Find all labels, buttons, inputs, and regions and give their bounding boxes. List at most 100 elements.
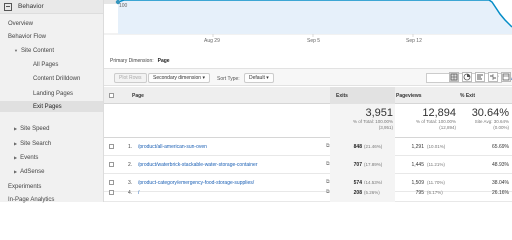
pageviews-total: 12,894 (422, 107, 456, 119)
triangle-right-icon: ▶ (14, 141, 18, 146)
pct-exit-delta: (0.00%) (493, 124, 509, 130)
sidebar-item-label: AdSense (20, 168, 45, 175)
sidebar-item-label: Landing Pages (33, 90, 74, 97)
sidebar-item-label: Exit Pages (33, 103, 62, 110)
triangle-right-icon: ▶ (14, 126, 18, 131)
sidebar-item-all-pages[interactable]: All Pages (0, 59, 103, 70)
page-link[interactable]: /product/all-american-sun-oven (138, 144, 207, 150)
exits-total: 3,951 (365, 107, 393, 119)
sidebar-item-label: Overview (8, 20, 34, 27)
pageviews-pct: (11.21%) (427, 162, 445, 167)
sidebar-section-label: Behavior (18, 3, 44, 10)
exits-pct: (17.89%) (364, 162, 383, 167)
table-row: 2. /product/waterbrick-stackable-water-s… (104, 156, 512, 174)
x-axis-tick: Sep 5 (307, 38, 321, 44)
sidebar-item-label: All Pages (33, 61, 59, 68)
external-link-icon[interactable]: ⧉ (326, 143, 330, 149)
exits-total-abs: (3,951) (378, 124, 393, 130)
sort-type-dropdown[interactable]: Default ▾ (244, 73, 274, 83)
table-header: Page Exits Pageviews % Exit (104, 87, 512, 104)
pageviews-column-header[interactable]: Pageviews (396, 93, 422, 99)
primary-dimension-value[interactable]: Page (158, 58, 170, 64)
exits-pct: (21.46%) (364, 144, 383, 149)
pageviews-total-cell: 12,894 % of Total: 100.00% (12,894) (394, 107, 456, 130)
sidebar-item-in-page-analytics[interactable]: In-Page Analytics (0, 194, 103, 205)
pageviews-pct: (6.17%) (427, 190, 443, 195)
collapse-icon[interactable] (4, 2, 12, 11)
y-axis-tick: 100 (119, 3, 128, 9)
chart-resize-handle[interactable] (104, 0, 120, 4)
sidebar-item-landing-pages[interactable]: Landing Pages (0, 88, 103, 99)
sidebar-item-label: In-Page Analytics (8, 196, 55, 203)
exits-column-header[interactable]: Exits (336, 93, 348, 99)
sidebar-item-exit-pages[interactable]: Exit Pages (0, 101, 103, 112)
row-checkbox[interactable] (109, 144, 114, 149)
pageviews-total-abs: (12,894) (439, 124, 456, 130)
sidebar-item-label: Experiments (8, 183, 42, 190)
exits-chart: 100 Aug 29 Sep 5 Sep 12 (104, 0, 512, 50)
chart-area (118, 0, 512, 34)
comparison-view-icon[interactable] (488, 72, 498, 82)
pivot-view-icon[interactable] (501, 72, 511, 82)
sidebar-item-site-content[interactable]: ▼ Site Content (0, 45, 103, 56)
exits-value: 707 (353, 162, 362, 168)
page-column-header[interactable]: Page (132, 93, 144, 99)
table-row: 1. /product/all-american-sun-oven ⧉ 848 … (104, 138, 512, 156)
x-axis-tick: Sep 12 (406, 38, 422, 44)
pageviews-value: 795 (415, 190, 424, 196)
performance-view-icon[interactable] (475, 72, 485, 82)
sidebar-item-site-search[interactable]: ▶ Site Search (0, 138, 103, 149)
secondary-dimension-dropdown[interactable]: Secondary dimension ▾ (148, 73, 210, 83)
primary-dimension-label: Primary Dimension: (110, 58, 154, 64)
row-index: 2. (128, 162, 133, 168)
sidebar-item-content-drilldown[interactable]: Content Drilldown (0, 73, 103, 84)
exits-value: 848 (353, 144, 362, 150)
sidebar-item-label: Events (20, 154, 39, 161)
pageviews-value: 1,445 (411, 162, 424, 168)
row-checkbox[interactable] (109, 190, 114, 195)
sidebar-item-behavior-flow[interactable]: Behavior Flow (0, 31, 103, 42)
pct-exit-value: 26.16% (492, 190, 509, 196)
pageviews-value: 1,291 (411, 144, 424, 150)
sidebar-item-overview[interactable]: Overview (0, 18, 103, 29)
sidebar-item-label: Site Content (20, 47, 54, 54)
external-link-icon[interactable]: ⧉ (326, 189, 330, 195)
pct-exit-value: 65.69% (492, 144, 509, 150)
select-all-checkbox[interactable] (109, 93, 114, 98)
sidebar-item-label: Content Drilldown (33, 75, 81, 82)
primary-dimension-bar: Primary Dimension: Page (110, 58, 170, 64)
triangle-right-icon: ▶ (14, 169, 18, 174)
sidebar: Behavior Overview Behavior Flow ▼ Site Co… (0, 0, 104, 205)
pct-exit-value: 48.93% (492, 162, 509, 168)
sidebar-section-behavior[interactable]: Behavior (0, 0, 103, 14)
table-row: 4. / ⧉ 208 (5.26%) 795 (6.17%) 26.16% (104, 184, 512, 202)
exits-pct: (5.26%) (364, 190, 380, 195)
pageviews-pct: (10.01%) (427, 144, 446, 149)
sidebar-item-label: Site Search (20, 140, 52, 147)
sidebar-item-label: Site Speed (20, 125, 50, 132)
triangle-right-icon: ▶ (14, 155, 18, 160)
row-index: 4. (128, 190, 133, 196)
sort-type-label: Sort Type: (217, 76, 240, 82)
pct-exit-column-header[interactable]: % Exit (460, 93, 475, 99)
page-link[interactable]: /product/waterbrick-stackable-water-stor… (138, 162, 258, 168)
row-index: 1. (128, 144, 133, 150)
pct-exit-total-cell: 30.64% Site Avg: 30.64% (0.00%) (456, 107, 509, 130)
page-link[interactable]: / (138, 190, 139, 196)
sidebar-item-label: Behavior Flow (8, 33, 47, 40)
sidebar-item-events[interactable]: ▶ Events (0, 152, 103, 163)
data-view-icon[interactable] (449, 72, 459, 82)
pct-exit-total: 30.64% (471, 107, 509, 119)
row-checkbox[interactable] (109, 162, 114, 167)
exits-value: 208 (353, 190, 362, 196)
exits-total-cell: 3,951 % of Total: 100.00% (3,951) (330, 107, 393, 130)
pie-view-icon[interactable] (462, 72, 472, 82)
triangle-down-icon: ▼ (14, 48, 18, 53)
sidebar-item-adsense[interactable]: ▶ AdSense (0, 166, 103, 177)
sidebar-item-site-speed[interactable]: ▶ Site Speed (0, 123, 103, 134)
external-link-icon[interactable]: ⧉ (326, 161, 330, 167)
x-axis-tick: Aug 29 (204, 38, 220, 44)
totals-row: 3,951 % of Total: 100.00% (3,951) 12,894… (104, 104, 512, 138)
sidebar-item-experiments[interactable]: Experiments (0, 181, 103, 192)
plot-rows-button[interactable]: Plot Rows (114, 73, 147, 83)
